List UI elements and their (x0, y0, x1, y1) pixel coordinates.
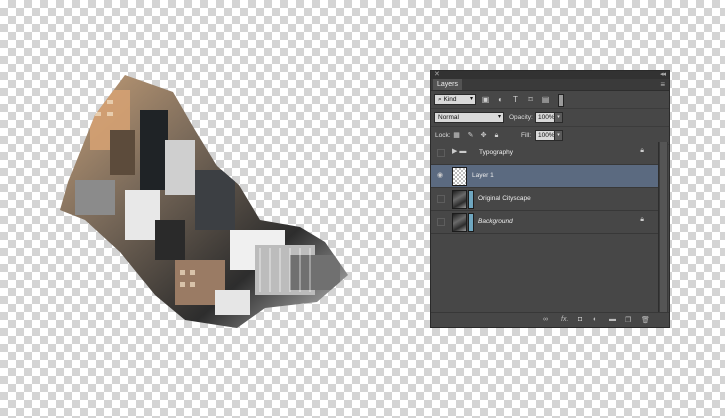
layer-row-layer-1[interactable]: ◉ Layer 1 (431, 165, 660, 188)
layer-name: Layer 1 (472, 172, 494, 179)
lock-label: Lock: (435, 132, 451, 139)
layer-row-original-cityscape[interactable]: Original Cityscape (431, 188, 660, 211)
close-icon[interactable]: ✕ (434, 70, 440, 78)
layer-mask-thumbnail (468, 190, 474, 209)
filter-toggle-switch[interactable] (558, 94, 564, 107)
fill-label: Fill: (521, 132, 532, 139)
fill-slider-button[interactable]: ▾ (554, 130, 563, 141)
layer-style-fx-icon[interactable]: fx. (561, 316, 568, 323)
filter-type-icon[interactable]: T (511, 95, 520, 104)
visibility-toggle[interactable] (437, 149, 445, 157)
opacity-slider-button[interactable]: ▾ (554, 112, 563, 123)
filter-row: ⌕ Kind ▾ ▣ ◐ T ⌑ ▤ (431, 91, 669, 109)
visibility-toggle[interactable] (437, 218, 445, 226)
chevron-down-icon: ▾ (497, 114, 501, 120)
new-group-folder-icon[interactable]: ▬ (609, 316, 616, 323)
layer-mask-thumbnail (468, 213, 474, 232)
link-layers-icon[interactable]: ∞ (543, 316, 548, 323)
filter-shape-icon[interactable]: ⌑ (526, 95, 535, 104)
group-expand-icon[interactable]: ▶ ▬ (452, 147, 466, 155)
opacity-label: Opacity: (509, 114, 533, 121)
add-mask-icon[interactable]: ◘ (578, 316, 582, 323)
lock-position-icon[interactable]: ✥ (479, 131, 488, 140)
new-layer-icon[interactable]: ❐ (625, 316, 631, 324)
delete-layer-trash-icon[interactable]: 🗑︎ (641, 316, 650, 324)
filter-pixel-icon[interactable]: ▣ (481, 95, 490, 104)
filter-smart-object-icon[interactable]: ▤ (541, 95, 550, 104)
scrollbar-thumb[interactable] (660, 142, 667, 312)
blend-row: Normal ▾ Opacity: 100% ▾ (431, 109, 669, 127)
layers-panel: ✕ ◂◂ Layers ≡ ⌕ Kind ▾ ▣ ◐ T ⌑ ▤ Normal … (430, 70, 670, 328)
filter-adjustment-icon[interactable]: ◐ (496, 95, 505, 104)
new-adjustment-layer-icon[interactable]: ◐ (593, 316, 597, 323)
blend-mode-select[interactable]: Normal ▾ (434, 112, 504, 123)
blend-mode-value: Normal (438, 114, 459, 121)
layer-name: Typography (479, 149, 513, 156)
layer-name: Background (478, 218, 513, 225)
panel-bottom-toolbar: ∞ fx. ◘ ◐ ▬ ❐ 🗑︎ (431, 312, 669, 327)
filter-kind-select[interactable]: ⌕ Kind ▾ (434, 94, 476, 105)
lock-image-icon[interactable]: ✎ (466, 131, 475, 140)
magnifier-icon: ⌕ (438, 96, 442, 103)
tab-layers[interactable]: Layers (433, 79, 463, 90)
cityscape-cutout (60, 75, 348, 328)
lock-all-icon[interactable]: 🔒︎ (492, 131, 501, 140)
chevron-down-icon: ▾ (469, 96, 473, 102)
visibility-toggle[interactable] (437, 195, 445, 203)
eye-icon[interactable]: ◉ (437, 172, 444, 179)
lock-icon: 🔒︎ (640, 147, 644, 154)
panel-tab-bar: Layers ≡ (431, 79, 669, 91)
panel-menu-icon[interactable]: ≡ (660, 79, 665, 90)
folder-icon: ▬ (459, 148, 467, 155)
layer-name: Original Cityscape (478, 195, 531, 202)
panel-titlebar: ✕ ◂◂ (431, 71, 669, 79)
lock-transparent-icon[interactable]: ▦ (452, 131, 461, 140)
filter-kind-label: Kind (443, 96, 457, 103)
layer-thumbnail (452, 167, 467, 186)
lock-icon: 🔒︎ (640, 216, 644, 223)
layer-thumbnail (452, 190, 467, 209)
layer-row-background[interactable]: Background 🔒︎ (431, 211, 660, 234)
layer-row-typography[interactable]: ▶ ▬ Typography 🔒︎ (431, 142, 660, 165)
layer-list: ▶ ▬ Typography 🔒︎ ◉ Layer 1 Original Cit… (431, 142, 660, 234)
collapse-icon[interactable]: ◂◂ (660, 70, 666, 78)
layer-thumbnail (452, 213, 467, 232)
layer-list-scrollbar[interactable] (658, 142, 668, 312)
